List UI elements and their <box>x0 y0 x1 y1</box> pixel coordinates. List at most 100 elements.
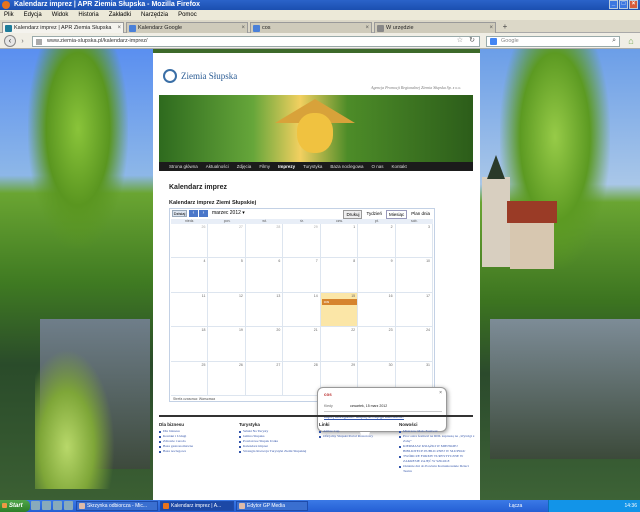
view-week-tab[interactable]: Tydzień <box>364 210 384 219</box>
nav-contact[interactable]: Kontakt <box>387 162 410 171</box>
taskbar-task-editor[interactable]: Edytor GP Media <box>236 501 308 511</box>
bookmark-star-icon[interactable]: ☆ <box>457 36 463 45</box>
reload-icon[interactable]: ↻ <box>469 36 475 45</box>
day-cell[interactable]: 11 <box>171 292 209 328</box>
day-cell[interactable]: 13 <box>245 292 284 328</box>
day-cell[interactable]: 6 <box>245 258 284 293</box>
back-button[interactable]: ‹ <box>4 35 16 47</box>
prev-month-button[interactable]: ‹ <box>189 210 198 217</box>
footer-link[interactable]: Proc ostra festiwal na RDL zapraszą na „… <box>399 434 477 444</box>
close-popup-icon[interactable]: × <box>439 390 442 396</box>
day-cell[interactable]: 20 <box>245 327 284 362</box>
maximize-button[interactable]: □ <box>619 0 628 9</box>
day-cell[interactable]: 19 <box>208 327 246 362</box>
day-cell[interactable]: 9 <box>358 258 396 293</box>
view-month-tab[interactable]: Miesiąc <box>385 210 408 219</box>
day-cell[interactable]: 28 <box>283 361 321 396</box>
search-bar[interactable]: Google ⌕ <box>486 36 620 47</box>
search-placeholder: Google <box>501 38 519 44</box>
footer-link[interactable]: Baza noclegowa <box>159 449 237 454</box>
menu-help[interactable]: Pomoc <box>178 10 197 20</box>
close-tab-icon[interactable]: × <box>241 23 245 33</box>
day-cell[interactable]: 26 <box>208 361 246 396</box>
nav-home[interactable]: Strona główna <box>165 162 202 171</box>
day-cell[interactable]: 15 cos <box>320 292 359 328</box>
home-icon[interactable]: ⌂ <box>625 35 637 47</box>
day-cell[interactable]: 29 <box>283 224 321 259</box>
search-icon[interactable]: ⌕ <box>612 36 616 45</box>
footer-link[interactable]: Strategia Rozwoju Turystyki Ziemi Słupsk… <box>239 449 317 454</box>
close-window-button[interactable]: × <box>629 0 638 9</box>
taskbar-task-mail[interactable]: Skrzynka odbiorcza - Mic... <box>76 501 158 511</box>
nav-news[interactable]: Aktualności <box>202 162 233 171</box>
menu-edit[interactable]: Edycja <box>24 10 42 20</box>
day-cell[interactable]: 5 <box>208 258 246 293</box>
today-button[interactable]: Dzisiaj <box>172 210 187 217</box>
next-month-button[interactable]: › <box>199 210 208 217</box>
footer-link[interactable]: KIERMASZ KSIĄŻKI W MIEJSKIEJ BIBLIOTECE … <box>399 444 477 454</box>
minimize-button[interactable]: _ <box>609 0 618 9</box>
menu-file[interactable]: Plik <box>4 10 14 20</box>
calendar-event-chip[interactable]: cos <box>321 298 357 305</box>
site-logo-icon[interactable] <box>163 69 177 83</box>
nav-films[interactable]: Filmy <box>255 162 274 171</box>
menu-tools[interactable]: Narzędzia <box>141 10 168 20</box>
taskbar-task-firefox[interactable]: Kalendarz imprez | A... <box>160 501 234 511</box>
day-cell[interactable]: 2 <box>358 224 396 259</box>
footer-link[interactable]: Oficjalny Słupski Portal Rowerowy <box>319 434 397 439</box>
day-cell[interactable]: 23 <box>358 327 396 362</box>
menu-history[interactable]: Historia <box>78 10 98 20</box>
day-cell[interactable]: 14 <box>283 292 321 328</box>
month-label[interactable]: marzec 2012 ▾ <box>212 209 245 218</box>
tab-cos[interactable]: cos × <box>250 22 372 33</box>
day-cell[interactable]: 22 <box>320 327 359 362</box>
close-tab-icon[interactable]: × <box>117 23 121 33</box>
start-button[interactable]: Start <box>0 500 30 512</box>
google-search-engine-icon[interactable] <box>490 38 497 45</box>
forward-button[interactable]: › <box>18 37 27 46</box>
background-house <box>507 201 557 269</box>
day-cell[interactable]: 16 <box>358 292 396 328</box>
print-button[interactable]: Drukuj <box>343 210 363 219</box>
day-number: 16 <box>388 293 393 298</box>
nav-events[interactable]: Imprezy <box>274 162 299 171</box>
new-tab-button[interactable]: + <box>500 22 510 31</box>
day-cell[interactable]: 7 <box>283 258 321 293</box>
day-cell[interactable]: 8 <box>320 258 359 293</box>
day-cell[interactable]: 28 <box>245 224 284 259</box>
tray-links-label[interactable]: Łącza <box>509 500 522 512</box>
nav-tourism[interactable]: Turystyka <box>299 162 326 171</box>
day-cell[interactable]: 24 <box>395 327 433 362</box>
day-cell[interactable]: 26 <box>171 224 209 259</box>
footer-link[interactable]: Ostatnie dni do Powiatu Kartuzkowskie Dz… <box>399 464 477 474</box>
site-logo-text[interactable]: Ziemia Słupska <box>181 71 237 81</box>
close-tab-icon[interactable]: × <box>365 23 369 33</box>
quicklaunch-app-icon[interactable] <box>64 501 73 510</box>
day-cell[interactable]: 25 <box>171 361 209 396</box>
day-cell[interactable]: 21 <box>283 327 321 362</box>
nav-about[interactable]: O nas <box>367 162 387 171</box>
nav-photos[interactable]: Zdjęcia <box>233 162 256 171</box>
quicklaunch-ie-icon[interactable] <box>31 501 40 510</box>
day-cell[interactable]: 27 <box>245 361 284 396</box>
day-cell[interactable]: 27 <box>208 224 246 259</box>
nav-accommodation[interactable]: Baza noclegowa <box>326 162 367 171</box>
view-agenda-tab[interactable]: Plan dnia <box>409 210 432 219</box>
day-cell[interactable]: 12 <box>208 292 246 328</box>
day-cell[interactable]: 4 <box>171 258 209 293</box>
day-cell[interactable]: 10 <box>395 258 433 293</box>
menu-view[interactable]: Widok <box>52 10 69 20</box>
url-bar[interactable]: www.ziemia-slupska.pl/kalendarz-imprez/ … <box>32 36 480 47</box>
quicklaunch-email-icon[interactable] <box>53 501 62 510</box>
footer-link[interactable]: TWÓRCZE FORMY TURYSTYCZNE W ZAKRESIE ZAJ… <box>399 454 477 464</box>
close-tab-icon[interactable]: × <box>489 23 493 33</box>
day-cell[interactable]: 3 <box>395 224 433 259</box>
day-cell[interactable]: 18 <box>171 327 209 362</box>
day-cell[interactable]: 17 <box>395 292 433 328</box>
tab-google-calendar[interactable]: Kalendarz Google × <box>126 22 248 33</box>
quicklaunch-desktop-icon[interactable] <box>42 501 51 510</box>
tab-kalendarz-imprez[interactable]: Kalendarz imprez | APR Ziemia Słupska × <box>2 22 124 33</box>
tab-w-urzedzie[interactable]: W urzędzie × <box>374 22 496 33</box>
day-cell[interactable]: 1 <box>320 224 359 259</box>
menu-bookmarks[interactable]: Zakładki <box>109 10 131 20</box>
